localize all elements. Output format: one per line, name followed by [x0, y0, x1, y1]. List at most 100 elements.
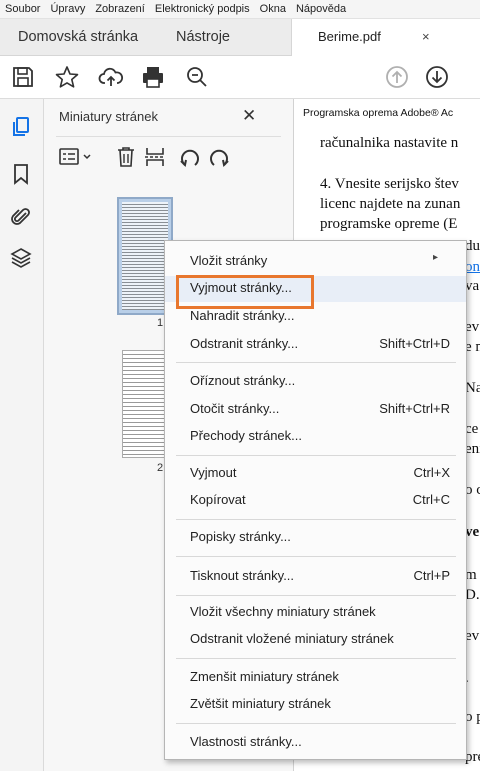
- document-line: licenc najdete na zunan: [320, 196, 461, 212]
- tab-close-button[interactable]: ×: [422, 19, 430, 55]
- menu-napoveda[interactable]: Nápověda: [291, 3, 351, 15]
- menu-elektronicky-podpis[interactable]: Elektronický podpis: [150, 3, 255, 15]
- menu-zobrazeni[interactable]: Zobrazení: [90, 3, 150, 15]
- document-line: o c: [465, 482, 480, 498]
- menu-item-reduce-thumbnails[interactable]: Zmenšit miniatury stránek: [165, 665, 466, 691]
- zoom-out-icon[interactable]: [184, 64, 210, 90]
- document-line: eni: [465, 441, 480, 457]
- document-line: 4. Vnesite serijsko štev: [320, 176, 459, 192]
- tab-document[interactable]: Berime.pdf ×: [291, 19, 480, 56]
- page-thumbnail-2[interactable]: [122, 350, 170, 458]
- menu-separator: [176, 519, 456, 520]
- menu-item-label: Popisky stránky...: [190, 529, 291, 544]
- menu-item-shortcut: Ctrl+C: [412, 492, 450, 507]
- toolbar: [0, 56, 480, 99]
- document-line: programske opreme (E: [320, 216, 458, 232]
- menu-item-label: Vlastnosti stránky...: [190, 734, 302, 749]
- panel-close-button[interactable]: ✕: [242, 106, 256, 126]
- menu-item-label: Vyjmout: [190, 465, 237, 480]
- save-icon[interactable]: [10, 64, 36, 90]
- panel-title: Miniatury stránek: [59, 109, 158, 124]
- menu-item-shortcut: Shift+Ctrl+R: [379, 401, 450, 416]
- menu-item-label: Oříznout stránky...: [190, 373, 296, 388]
- document-line: ev: [465, 628, 480, 644]
- menu-item-label: Přechody stránek...: [190, 428, 302, 443]
- menu-item-remove-embedded-thumbnails[interactable]: Odstranit vložené miniatury stránek: [165, 627, 466, 653]
- menu-item-label: Odstranit vložené miniatury stránek: [190, 631, 394, 646]
- document-link[interactable]: on: [465, 259, 480, 276]
- menu-separator: [176, 362, 456, 363]
- menu-item-label: Otočit stránky...: [190, 401, 280, 416]
- menu-separator: [176, 455, 456, 456]
- rotate-clockwise-icon[interactable]: [207, 145, 231, 169]
- document-line: o p: [465, 709, 480, 725]
- menu-item-delete-pages[interactable]: Odstranit stránky... Shift+Ctrl+D: [165, 332, 466, 358]
- options-menu-icon[interactable]: [58, 145, 94, 169]
- rotate-counterclockwise-icon[interactable]: [178, 145, 202, 169]
- layers-icon[interactable]: [9, 246, 33, 270]
- page-context-menu: Vložit stránky ▸ Vyjmout stránky... Nahr…: [164, 240, 467, 760]
- panel-divider: [56, 136, 281, 137]
- menu-item-copy[interactable]: Kopírovat Ctrl+C: [165, 488, 466, 514]
- star-icon[interactable]: [54, 64, 80, 90]
- menu-separator: [176, 658, 456, 659]
- menu-separator: [176, 723, 456, 724]
- menu-item-label: Kopírovat: [190, 492, 246, 507]
- document-line: e n: [465, 339, 480, 355]
- menu-item-label: Vložit všechny miniatury stránek: [190, 604, 376, 619]
- menu-soubor[interactable]: Soubor: [0, 3, 45, 15]
- page-number-1: 1: [157, 317, 164, 329]
- document-line: D.: [465, 587, 480, 603]
- menu-item-page-properties[interactable]: Vlastnosti stránky...: [165, 730, 466, 756]
- document-line: ve: [465, 524, 480, 540]
- menu-item-rotate-pages[interactable]: Otočit stránky... Shift+Ctrl+R: [165, 397, 466, 423]
- menu-item-cut[interactable]: Vyjmout Ctrl+X: [165, 461, 466, 487]
- document-line: računalnika nastavite n: [320, 135, 459, 151]
- menu-item-page-labels[interactable]: Popisky stránky...: [165, 525, 466, 551]
- menu-item-label: Nahradit stránky...: [190, 308, 295, 323]
- print-icon[interactable]: [140, 64, 166, 90]
- menu-item-shortcut: Ctrl+P: [413, 568, 450, 583]
- menu-item-shortcut: Shift+Ctrl+D: [379, 336, 450, 351]
- menu-item-label: Vložit stránky: [190, 253, 268, 268]
- document-line: va: [465, 278, 480, 294]
- menu-upravy[interactable]: Úpravy: [45, 3, 90, 15]
- bookmark-icon[interactable]: [9, 162, 33, 186]
- page-down-icon[interactable]: [424, 64, 450, 90]
- page-number-2: 2: [157, 462, 164, 474]
- menu-item-page-transitions[interactable]: Přechody stránek...: [165, 424, 466, 450]
- document-line: pre: [465, 749, 480, 765]
- document-line: ev: [465, 319, 480, 335]
- tab-home[interactable]: Domovská stránka: [18, 19, 138, 55]
- menu-separator: [176, 556, 456, 557]
- document-line: Na: [465, 380, 480, 396]
- delete-icon[interactable]: [115, 145, 137, 169]
- menu-item-label: Zvětšit miniatury stránek: [190, 696, 331, 711]
- tab-bar: Domovská stránka Nástroje Berime.pdf ×: [0, 19, 480, 56]
- menu-okna[interactable]: Okna: [255, 3, 291, 15]
- menu-item-label: Odstranit stránky...: [190, 336, 299, 351]
- menu-item-crop-pages[interactable]: Oříznout stránky...: [165, 369, 466, 395]
- page-thumbnails-icon[interactable]: [9, 115, 33, 139]
- menu-separator: [176, 595, 456, 596]
- menu-bar: Soubor Úpravy Zobrazení Elektronický pod…: [0, 0, 480, 19]
- left-rail: [0, 99, 44, 771]
- menu-item-label: Tisknout stránky...: [190, 568, 295, 583]
- document-header: Programska oprema Adobe® Ac: [303, 107, 454, 119]
- upload-cloud-icon[interactable]: [98, 64, 124, 90]
- tab-document-title: Berime.pdf: [318, 29, 381, 44]
- submenu-arrow-icon: ▸: [432, 252, 438, 263]
- menu-item-insert-pages[interactable]: Vložit stránky ▸: [165, 249, 466, 275]
- menu-item-embed-thumbnails[interactable]: Vložit všechny miniatury stránek: [165, 600, 466, 626]
- menu-item-label: Zmenšit miniatury stránek: [190, 669, 339, 684]
- menu-item-enlarge-thumbnails[interactable]: Zvětšit miniatury stránek: [165, 692, 466, 718]
- page-thumbnail-1-image: [122, 202, 168, 310]
- crop-page-icon[interactable]: [143, 145, 167, 169]
- menu-item-print-pages[interactable]: Tisknout stránky... Ctrl+P: [165, 564, 466, 590]
- menu-item-shortcut: Ctrl+X: [413, 465, 450, 480]
- page-up-icon[interactable]: [384, 64, 410, 90]
- attachment-icon[interactable]: [9, 205, 33, 229]
- menu-item-replace-pages[interactable]: Nahradit stránky...: [165, 304, 466, 330]
- document-line: du: [465, 238, 480, 254]
- tab-tools[interactable]: Nástroje: [176, 19, 230, 55]
